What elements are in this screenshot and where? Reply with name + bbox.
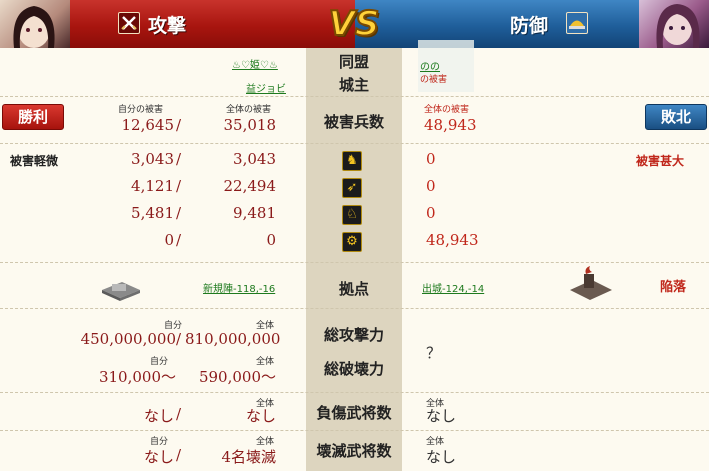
- bow-icon: ➶: [342, 178, 362, 198]
- horse-icon: ♘: [342, 205, 362, 225]
- slash-separator: /: [176, 231, 182, 249]
- defender-damage-caption: 全体の被害: [424, 105, 470, 115]
- victory-badge: 勝利: [2, 104, 64, 130]
- unit-row-defender: 0: [426, 177, 436, 195]
- unit-row-self: 5,481: [131, 204, 174, 222]
- slash-separator: /: [176, 116, 182, 134]
- unit-row-defender: 0: [426, 204, 436, 222]
- attacker-self-destroyed: なし: [143, 448, 174, 466]
- unit-row-total: 3,043: [233, 150, 276, 168]
- attacker-camp-icon: [98, 272, 144, 302]
- unit-row-defender: 48,943: [426, 231, 479, 249]
- attacker-lord-link[interactable]: 益ジョビ: [246, 80, 286, 95]
- helmet-icon: [566, 12, 588, 34]
- attacker-self-injured: なし: [143, 407, 174, 425]
- separator-line: [0, 430, 709, 431]
- defender-title: 防御: [510, 15, 549, 37]
- defender-base-link[interactable]: 出城-124,-14: [422, 280, 484, 295]
- crossed-swords-icon: [118, 12, 140, 34]
- slash-separator: /: [176, 446, 182, 464]
- separator-line: [0, 392, 709, 393]
- attacker-title: 攻撃: [148, 15, 187, 37]
- attacker-self-destroy: 310,000～: [98, 368, 176, 386]
- defender-reduction-label: 被害甚大: [636, 154, 685, 168]
- unit-row-total: 0: [266, 231, 276, 249]
- defender-alliance-link[interactable]: のの: [420, 58, 440, 73]
- attacker-self-damage: 12,645: [121, 116, 175, 134]
- injured-label: 負傷武将数: [316, 404, 392, 422]
- defender-destroyed: なし: [426, 448, 457, 466]
- unit-row-self: 3,043: [131, 150, 174, 168]
- unit-row-defender: 0: [426, 150, 436, 168]
- defender-portrait-icon: [656, 4, 700, 48]
- attack-power-label: 総攻撃力: [323, 326, 384, 344]
- slash-separator: /: [176, 204, 182, 222]
- unit-row-total: 9,481: [233, 204, 276, 222]
- attacker-portrait: [0, 0, 70, 48]
- total-damage-caption: 全体の被害: [226, 105, 272, 115]
- damage-label: 被害兵数: [323, 113, 384, 131]
- defender-injured: なし: [426, 407, 457, 425]
- attacker-total-destroy: 590,000～: [198, 368, 276, 386]
- slash-separator: /: [176, 177, 182, 195]
- fallen-castle-icon: [566, 266, 616, 302]
- base-label: 拠点: [338, 280, 369, 298]
- unit-row-self: 0: [164, 231, 174, 249]
- defender-lord-value: の被害: [420, 75, 448, 85]
- siege-icon: ⚙: [342, 232, 362, 252]
- vs-badge: VS: [328, 3, 381, 45]
- attacker-total-attack: 810,000,000: [185, 330, 281, 348]
- defender-attack-unknown: ？: [426, 344, 442, 362]
- unit-row-self: 4,121: [131, 177, 174, 195]
- unit-row-total: 22,494: [223, 177, 277, 195]
- attacker-total-injured: なし: [245, 407, 276, 425]
- spear-soldier-icon: ♞: [342, 151, 362, 171]
- attacker-portrait-icon: [13, 6, 55, 48]
- attacker-self-attack: 450,000,000: [80, 330, 176, 348]
- attacker-base-link[interactable]: 新規陣-118,-16: [203, 280, 275, 295]
- attacker-total-damage: 35,018: [223, 116, 277, 134]
- defender-fallen-status: 陥落: [660, 280, 687, 295]
- slash-separator: /: [176, 330, 182, 348]
- alliance-label: 同盟: [338, 53, 369, 71]
- attacker-total-destroyed: 4名壊滅: [221, 448, 276, 466]
- defender-total-damage: 48,943: [424, 116, 477, 134]
- destroyed-label: 壊滅武将数: [316, 442, 392, 460]
- attacker-reduction-label: 被害軽微: [10, 154, 59, 168]
- destroy-power-label: 総破壊力: [323, 360, 384, 378]
- battle-header: 攻撃 VS 防御: [0, 0, 709, 48]
- separator-line: [0, 308, 709, 309]
- self-damage-caption: 自分の被害: [118, 105, 164, 115]
- defeat-badge: 敗北: [645, 104, 707, 130]
- lord-label: 城主: [338, 76, 369, 94]
- defender-portrait: [639, 0, 709, 48]
- attacker-alliance-link[interactable]: ♨♡姫♡♨: [232, 56, 278, 71]
- separator-line: [0, 96, 709, 97]
- slash-separator: /: [176, 405, 182, 423]
- slash-separator: /: [176, 150, 182, 168]
- separator-line: [0, 262, 709, 263]
- separator-line: [0, 143, 709, 144]
